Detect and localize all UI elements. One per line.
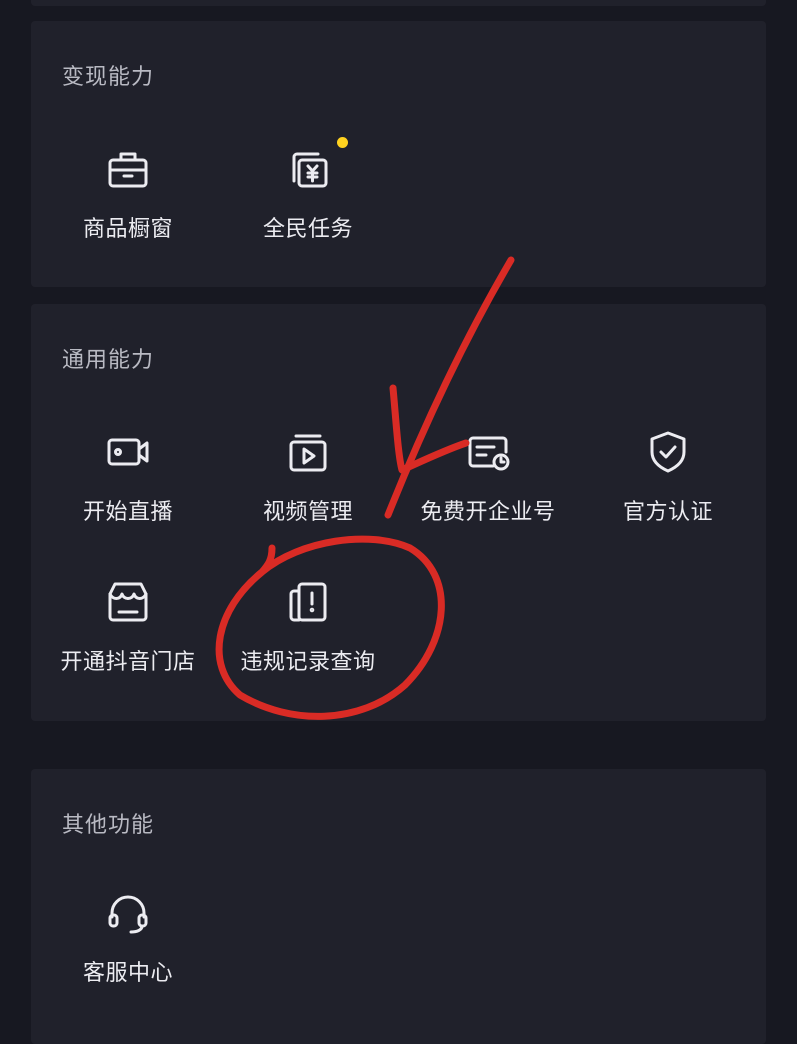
item-label: 视频管理 bbox=[262, 500, 353, 525]
shield-check-icon bbox=[644, 428, 692, 476]
item-official-verification[interactable]: 官方认证 bbox=[583, 428, 753, 526]
other-section: 其他功能 客服中心 bbox=[31, 769, 766, 1044]
yuan-cards-icon bbox=[284, 145, 332, 193]
headset-icon bbox=[104, 889, 152, 937]
section-title-other: 其他功能 bbox=[62, 813, 155, 838]
video-play-icon bbox=[284, 428, 332, 476]
item-video-management[interactable]: 视频管理 bbox=[223, 428, 393, 526]
enterprise-card-clock-icon bbox=[464, 428, 512, 476]
item-label: 客服中心 bbox=[82, 961, 173, 986]
item-customer-service[interactable]: 客服中心 bbox=[43, 889, 213, 987]
store-icon bbox=[104, 578, 152, 626]
previous-card bbox=[31, 0, 766, 6]
video-camera-icon bbox=[104, 428, 152, 476]
item-open-douyin-store[interactable]: 开通抖音门店 bbox=[43, 578, 213, 676]
item-label: 全民任务 bbox=[262, 217, 353, 242]
item-national-tasks[interactable]: 全民任务 bbox=[223, 137, 393, 243]
item-violation-record-query[interactable]: 违规记录查询 bbox=[223, 578, 393, 676]
general-section: 通用能力 开始直播 视频管理 免费开企业号 官方认证 开通抖音门店 违规记录查询 bbox=[31, 304, 766, 721]
section-title-general: 通用能力 bbox=[62, 348, 155, 373]
item-label: 违规记录查询 bbox=[240, 650, 376, 675]
new-badge-dot bbox=[337, 137, 348, 148]
item-label: 官方认证 bbox=[622, 500, 713, 525]
monetization-section: 变现能力 商品橱窗 全民任务 bbox=[31, 21, 766, 287]
item-label: 开始直播 bbox=[82, 500, 173, 525]
item-free-enterprise-account[interactable]: 免费开企业号 bbox=[403, 428, 573, 526]
item-label: 开通抖音门店 bbox=[60, 650, 196, 675]
section-title-monetization: 变现能力 bbox=[62, 65, 155, 90]
violation-record-icon bbox=[284, 578, 332, 626]
item-label: 商品橱窗 bbox=[82, 217, 173, 242]
item-label: 免费开企业号 bbox=[420, 500, 556, 525]
item-start-live[interactable]: 开始直播 bbox=[43, 428, 213, 526]
item-product-showcase[interactable]: 商品橱窗 bbox=[43, 145, 213, 243]
briefcase-icon bbox=[104, 145, 152, 193]
